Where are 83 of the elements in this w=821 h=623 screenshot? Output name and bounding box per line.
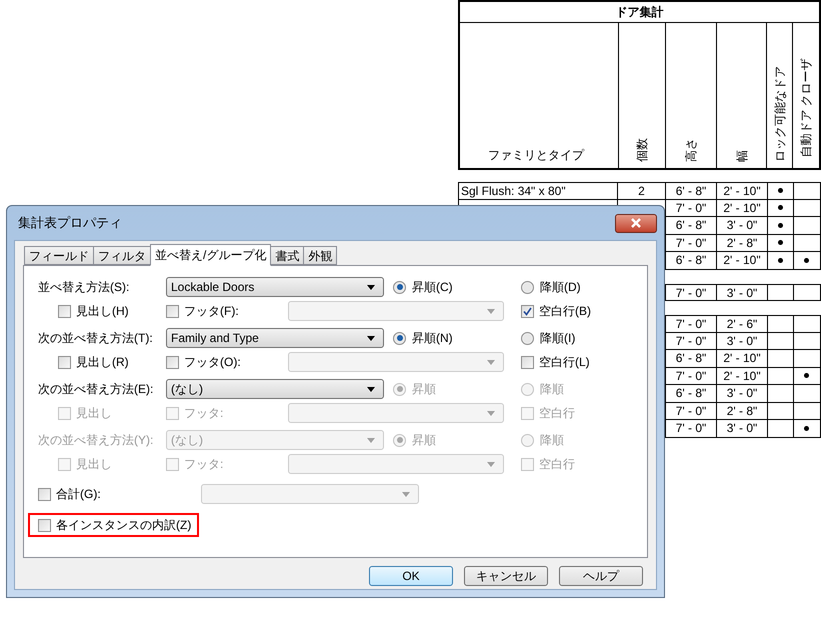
column-header: 個数	[635, 138, 650, 162]
table-cell: Sgl Flush: 34" x 80"	[461, 184, 566, 198]
field-label: 次の並べ替え方法(T):	[38, 330, 154, 347]
column-header: ロック可能なドア	[772, 66, 787, 162]
dropdown[interactable]: Family and Type	[166, 328, 384, 348]
table-cell: 2' - 8"	[726, 236, 758, 250]
bullet-mark	[778, 222, 783, 228]
bullet-mark	[804, 426, 809, 431]
caret-icon	[367, 336, 375, 340]
table-cell: 2' - 10"	[723, 368, 761, 382]
checkbox[interactable]: フッタ(F):	[166, 302, 288, 320]
column-header: 幅	[734, 150, 749, 162]
caret-icon	[487, 308, 495, 314]
radio-button[interactable]: 降順(D)	[521, 278, 581, 296]
table-cell: 2' - 8"	[726, 404, 758, 418]
table-cell: 3' - 0"	[726, 386, 758, 400]
checkbox[interactable]: 空白行(B)	[521, 302, 591, 320]
radio-button[interactable]: 降順(I)	[521, 329, 576, 347]
table-cell: 7' - 0"	[676, 200, 706, 214]
caret-icon	[367, 284, 375, 290]
close-button[interactable]	[615, 214, 657, 232]
field-label: 次の並べ替え方法(Y):	[38, 432, 154, 449]
close-icon	[630, 218, 642, 228]
table-cell: 3' - 0"	[726, 334, 758, 348]
table-cell: 7' - 0"	[676, 334, 706, 348]
checkbox[interactable]: 見出し(R)	[58, 353, 166, 371]
table-cell: 2' - 10"	[723, 351, 761, 365]
dialog-title: 集計表プロパティ	[18, 214, 122, 232]
radio-button[interactable]: 昇順(C)	[393, 278, 521, 296]
column-header: ファミリとタイプ	[488, 147, 584, 164]
checkbox[interactable]: 空白行(L)	[521, 353, 590, 371]
dropdown[interactable]: (なし)	[166, 379, 384, 399]
bullet-mark	[778, 258, 783, 263]
tab[interactable]: 外観	[303, 246, 338, 265]
bullet-mark	[778, 205, 783, 210]
caret-icon	[402, 492, 410, 496]
bullet-mark	[778, 188, 783, 194]
caret-icon	[487, 360, 495, 364]
table-cell: 2' - 10"	[723, 253, 761, 267]
schedule-title: ドア集計	[460, 2, 819, 23]
bullet-mark	[778, 240, 783, 246]
table-cell: 2' - 10"	[723, 200, 761, 214]
column-header: 高さ	[684, 138, 698, 162]
table-cell: 6' - 8"	[676, 184, 706, 198]
table-cell: 7' - 0"	[676, 368, 706, 382]
field-label: 次の並べ替え方法(E):	[38, 381, 154, 398]
table-cell: 2	[638, 184, 645, 198]
caret-icon	[367, 438, 375, 442]
table-cell: 7' - 0"	[676, 404, 706, 418]
table-cell: 6' - 8"	[676, 253, 706, 267]
table-cell: 6' - 8"	[676, 386, 706, 400]
dialog-button[interactable]: OK	[369, 566, 453, 586]
table-cell: 7' - 0"	[676, 317, 706, 331]
table-cell: 2' - 6"	[726, 317, 758, 331]
checkbox[interactable]: フッタ(O):	[166, 353, 288, 371]
caret-icon	[367, 386, 375, 392]
table-cell: 6' - 8"	[676, 351, 706, 365]
checkbox[interactable]: 見出し(H)	[58, 302, 166, 320]
check-icon	[523, 306, 532, 316]
tab[interactable]: 並べ替え/グループ化	[150, 244, 272, 266]
table-cell: 7' - 0"	[676, 286, 706, 300]
dialog-button[interactable]: ヘルプ	[559, 566, 643, 586]
table-cell: 7' - 0"	[676, 421, 706, 435]
caret-icon	[487, 410, 495, 416]
radio-button[interactable]: 昇順(N)	[393, 329, 521, 347]
table-cell: 3' - 0"	[726, 286, 758, 300]
table-cell: 6' - 8"	[676, 218, 706, 232]
table-cell: 3' - 0"	[726, 421, 758, 435]
field-label: 並べ替え方法(S):	[38, 279, 130, 296]
checkbox[interactable]: 合計(G):	[38, 485, 201, 503]
column-header: 自動ドア クローザ	[799, 58, 814, 158]
table-cell: 7' - 0"	[676, 236, 706, 250]
dropdown[interactable]: Lockable Doors	[166, 277, 384, 297]
caret-icon	[487, 462, 495, 466]
checkbox[interactable]: 各インスタンスの内訳(Z)	[38, 516, 192, 534]
bullet-mark	[804, 373, 809, 378]
table-cell: 2' - 10"	[723, 184, 761, 198]
tab[interactable]: 書式	[270, 246, 304, 265]
dialog-button[interactable]: キャンセル	[464, 566, 548, 586]
tab[interactable]: フィルタ	[93, 246, 151, 265]
tab[interactable]: フィールド	[24, 246, 94, 265]
bullet-mark	[804, 258, 809, 263]
table-cell: 3' - 0"	[726, 218, 758, 232]
